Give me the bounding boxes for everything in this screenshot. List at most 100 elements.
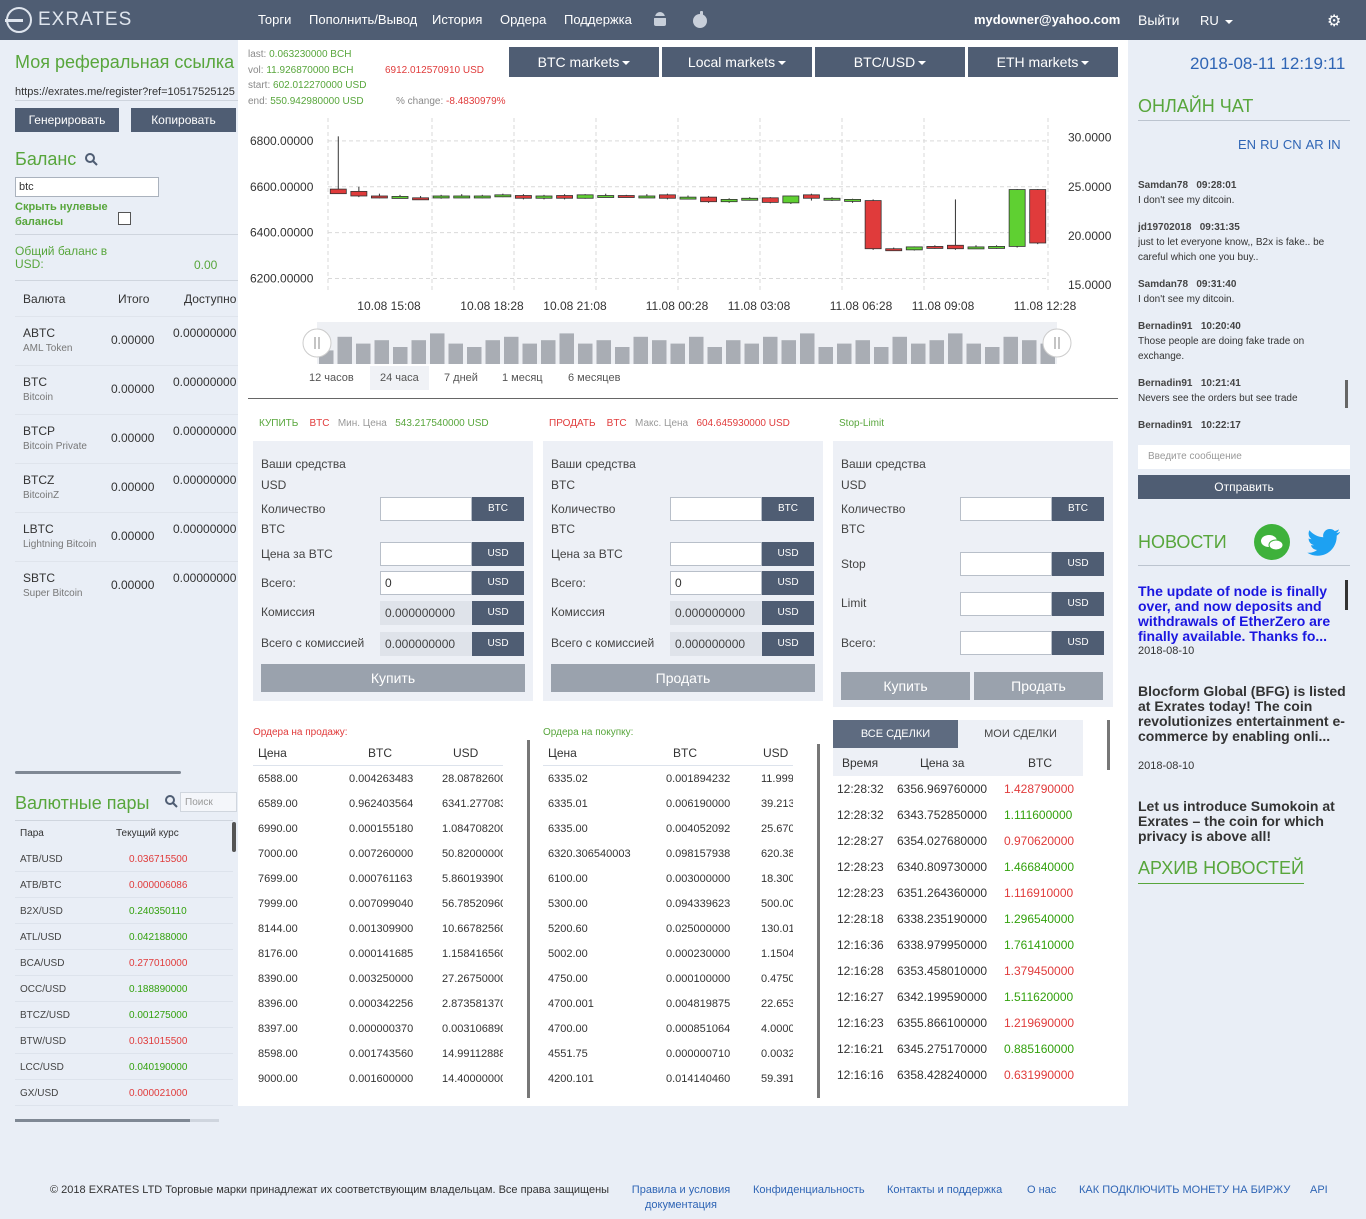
tab-all-trades[interactable]: ВСЕ СДЕЛКИ — [833, 720, 958, 748]
footer-link-terms[interactable]: Правила и условия документация — [631, 1183, 731, 1213]
buy-total-input[interactable]: 0 — [380, 571, 472, 595]
candle[interactable] — [494, 194, 512, 198]
scrollbar[interactable] — [232, 822, 236, 852]
pair-row[interactable]: GX/USD 0.000021000 — [15, 1080, 233, 1106]
btc-usd-dropdown[interactable]: BTC/USD — [815, 47, 965, 77]
order-row[interactable]: 6589.00 0.962403564 6341.277083190 — [253, 798, 503, 823]
scrollbar[interactable] — [15, 771, 181, 774]
navigator-handle-right[interactable] — [1042, 328, 1072, 358]
footer-link-about[interactable]: О нас — [1027, 1184, 1056, 1196]
trade-row[interactable]: 12:16:28 6353.458010000 1.379450000 — [833, 958, 1083, 984]
order-row[interactable]: 7699.00 0.000761163 5.860193900 — [253, 873, 503, 898]
range-option[interactable]: 6 месяцев — [568, 366, 620, 390]
order-row[interactable]: 8598.00 0.001743560 14.991128880 — [253, 1048, 503, 1073]
order-row[interactable]: 7999.00 0.007099040 56.785209600 — [253, 898, 503, 923]
candle[interactable] — [638, 195, 656, 199]
trade-row[interactable]: 12:28:27 6354.027680000 0.970620000 — [833, 828, 1083, 854]
order-row[interactable]: 8396.00 0.000342256 2.873581370 — [253, 998, 503, 1023]
chat-message-input[interactable]: Введите сообщение — [1138, 445, 1350, 469]
candle[interactable] — [473, 195, 491, 199]
generate-button[interactable]: Генерировать — [15, 108, 119, 132]
chat-username[interactable]: Bernadin91 — [1138, 420, 1192, 430]
chat-username[interactable]: jd19702018 — [1138, 222, 1191, 233]
pair-row[interactable]: BCA/USD 0.277010000 — [15, 950, 233, 976]
candle[interactable] — [432, 195, 450, 199]
scrollbar[interactable] — [15, 1119, 190, 1122]
sl-stop-input[interactable] — [960, 552, 1052, 576]
trade-row[interactable]: 12:16:21 6345.275170000 0.885160000 — [833, 1036, 1083, 1062]
candle[interactable] — [761, 197, 779, 203]
sl-total-input[interactable] — [960, 631, 1052, 655]
chat-lang-cn[interactable]: CN — [1283, 137, 1302, 152]
apple-icon[interactable] — [692, 10, 708, 29]
sl-qty-input[interactable] — [960, 497, 1052, 521]
order-row[interactable]: 4700.00 0.000851064 4.000000800 — [543, 1023, 793, 1048]
candle[interactable] — [823, 197, 841, 201]
search-icon[interactable] — [165, 795, 178, 808]
news-item-title[interactable]: Blocform Global (BFG) is listed at Exrat… — [1138, 684, 1348, 744]
candle[interactable] — [844, 199, 861, 202]
trade-row[interactable]: 12:16:16 6358.428240000 0.631990000 — [833, 1062, 1083, 1088]
candle[interactable] — [700, 196, 717, 203]
copy-button[interactable]: Копировать — [131, 108, 236, 132]
candle[interactable] — [988, 246, 1005, 249]
footer-link-listing[interactable]: КАК ПОДКЛЮЧИТЬ МОНЕТУ НА БИРЖУ — [1079, 1184, 1290, 1196]
logo[interactable]: EXRATES — [5, 6, 132, 34]
trade-row[interactable]: 12:28:18 6338.235190000 1.296540000 — [833, 906, 1083, 932]
range-option[interactable]: 12 часов — [309, 366, 354, 390]
candle[interactable] — [617, 195, 635, 198]
candle[interactable] — [1008, 189, 1026, 247]
search-icon[interactable] — [85, 153, 98, 166]
range-option[interactable]: 24 часа — [370, 366, 429, 390]
scrollbar[interactable] — [527, 740, 530, 1098]
trade-row[interactable]: 12:16:36 6338.979950000 1.761410000 — [833, 932, 1083, 958]
user-email[interactable]: mydowner@yahoo.com — [974, 12, 1120, 27]
candle[interactable] — [1029, 189, 1047, 244]
candle[interactable] — [659, 194, 676, 199]
order-row[interactable]: 6335.02 0.001894232 11.999970000 — [543, 773, 793, 798]
navigator-handle-left[interactable] — [302, 328, 332, 358]
order-row[interactable]: 8144.00 0.001309900 10.667825600 — [253, 923, 503, 948]
nav-history[interactable]: История — [432, 12, 482, 27]
sell-button[interactable]: Продать — [551, 664, 815, 692]
nav-orders[interactable]: Ордера — [500, 12, 546, 27]
pairs-search-input[interactable]: Поиск — [180, 792, 237, 812]
range-option[interactable]: 7 дней — [444, 366, 478, 390]
footer-link-contacts[interactable]: Контакты и поддержка — [887, 1184, 1002, 1196]
trade-row[interactable]: 12:28:23 6340.809730000 1.466840000 — [833, 854, 1083, 880]
order-row[interactable]: 7000.00 0.007260000 50.820000000 — [253, 848, 503, 873]
order-row[interactable]: 4750.00 0.000100000 0.475000000 — [543, 973, 793, 998]
balance-row[interactable]: SBTC Super Bitcoin 0.00000 0.00000000 — [15, 561, 238, 610]
chat-username[interactable]: Bernadin91 — [1138, 378, 1192, 389]
sell-qty-input[interactable] — [670, 497, 762, 521]
chat-username[interactable]: Samdan78 — [1138, 180, 1188, 191]
candle[interactable] — [905, 246, 923, 251]
candle[interactable] — [947, 244, 964, 250]
nav-trading[interactable]: Торги — [258, 12, 291, 27]
candle[interactable] — [782, 195, 800, 204]
order-row[interactable]: 6320.306540003 0.098157938 620.388257000 — [543, 848, 793, 873]
order-row[interactable]: 9000.00 0.001600000 14.400000000 — [253, 1073, 503, 1098]
chat-username[interactable]: Samdan78 — [1138, 279, 1188, 290]
candle[interactable] — [720, 199, 738, 203]
pair-row[interactable]: BTCZ/USD 0.001275000 — [15, 1002, 233, 1028]
pair-row[interactable]: B2X/USD 0.240350110 — [15, 898, 233, 924]
btc-markets-dropdown[interactable]: BTC markets — [509, 47, 659, 77]
candle[interactable] — [803, 194, 820, 199]
scrollbar[interactable] — [1345, 380, 1348, 408]
balance-row[interactable]: BTC Bitcoin 0.00000 0.00000000 — [15, 365, 238, 414]
scrollbar[interactable] — [817, 744, 820, 1098]
balance-row[interactable]: ABTC AML Token 0.00000 0.00000000 — [15, 316, 238, 365]
candle[interactable] — [576, 194, 594, 199]
trade-row[interactable]: 12:28:32 6356.969760000 1.428790000 — [833, 776, 1083, 802]
logout-link[interactable]: Выйти — [1138, 12, 1179, 28]
trade-row[interactable]: 12:28:23 6351.264360000 1.116910000 — [833, 880, 1083, 906]
trade-row[interactable]: 12:16:23 6355.866100000 1.219690000 — [833, 1010, 1083, 1036]
order-row[interactable]: 8390.00 0.003250000 27.267500000 — [253, 973, 503, 998]
order-row[interactable]: 6588.00 0.004263483 28.087826000 — [253, 773, 503, 798]
pair-row[interactable]: OCC/USD 0.188890000 — [15, 976, 233, 1002]
buy-button[interactable]: Купить — [261, 664, 525, 692]
candle[interactable] — [864, 200, 882, 250]
sl-buy-button[interactable]: Купить — [841, 672, 970, 700]
balance-row[interactable]: BTCZ BitcoinZ 0.00000 0.00000000 — [15, 463, 238, 512]
